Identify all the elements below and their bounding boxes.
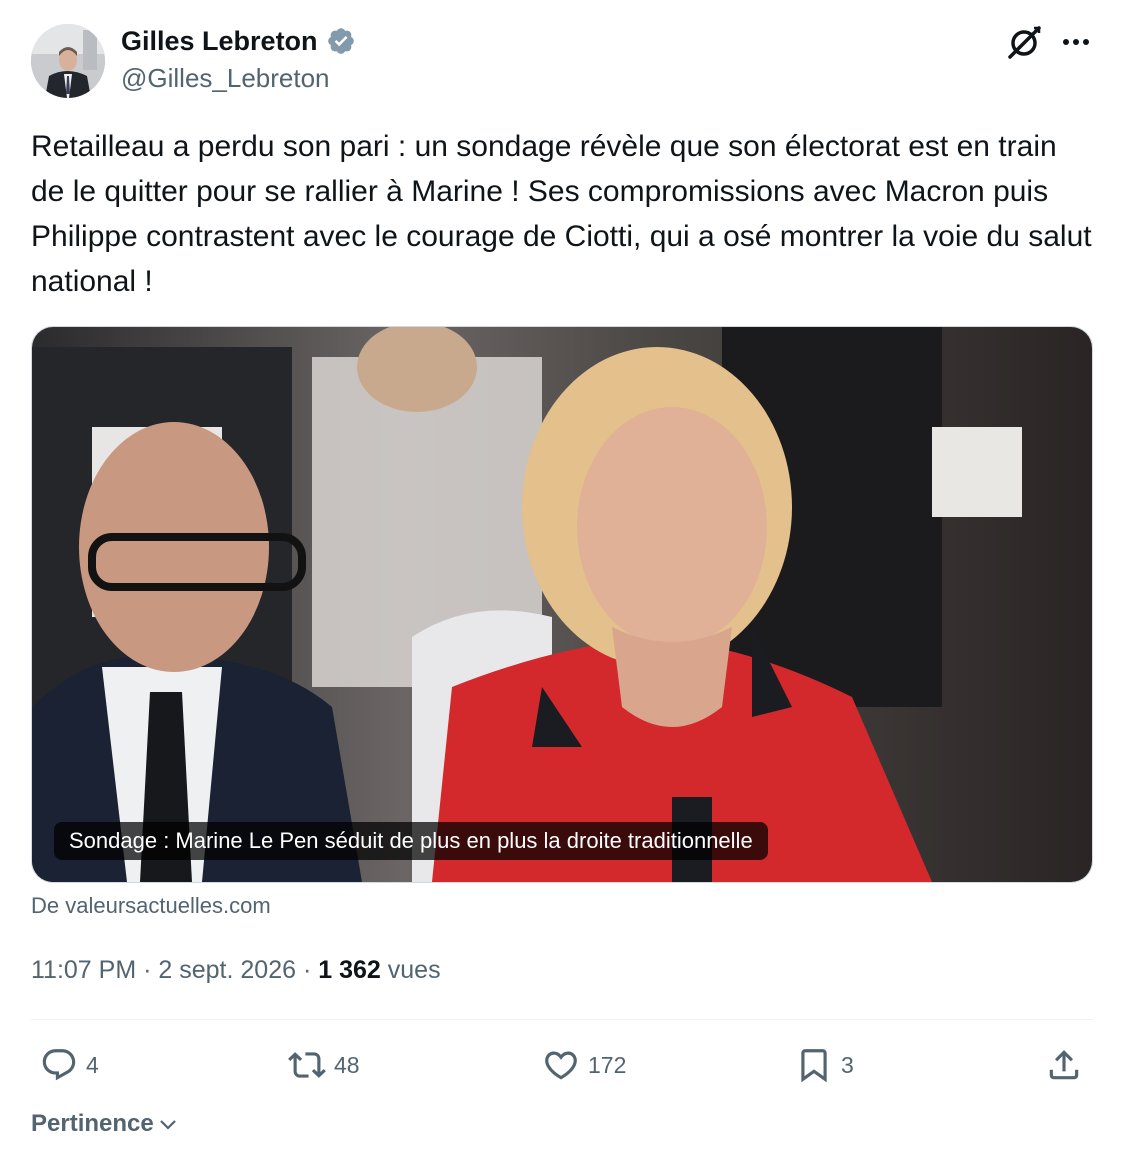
reply-icon [42, 1049, 76, 1081]
tweet-time[interactable]: 11:07 PM [31, 956, 136, 984]
repost-count: 48 [334, 1051, 360, 1078]
views-count: 1 362 [318, 956, 381, 984]
bookmark-icon [801, 1049, 827, 1083]
bookmark-button[interactable]: 3 [795, 1040, 854, 1090]
like-icon [545, 1051, 577, 1080]
tweet-meta: 11:07 PM · 2 sept. 2026 · 1 362 vues [31, 952, 441, 988]
tweet-text: Retailleau a perdu son pari : un sondage… [31, 130, 1092, 298]
card-source[interactable]: De valeursactuelles.com [31, 892, 271, 920]
repost-icon [288, 1052, 326, 1078]
reply-button[interactable]: 4 [40, 1040, 99, 1090]
meta-separator: · [143, 956, 152, 984]
repost-button[interactable]: 48 [288, 1040, 360, 1090]
card-photo [32, 327, 1092, 882]
card-caption: Sondage : Marine Le Pen séduit de plus e… [54, 822, 768, 860]
divider [31, 1019, 1093, 1020]
share-icon [1049, 1050, 1079, 1080]
tweet-date[interactable]: 2 sept. 2026 [158, 956, 296, 984]
verified-badge-icon [326, 26, 356, 56]
chevron-down-icon [159, 1120, 176, 1130]
link-card[interactable] [31, 326, 1093, 883]
sort-label: Pertinence [31, 1110, 154, 1137]
sort-dropdown[interactable]: Pertinence [31, 1106, 180, 1142]
views-label: vues [387, 956, 441, 984]
like-count: 172 [588, 1051, 627, 1078]
bookmark-count: 3 [841, 1051, 854, 1078]
like-button[interactable]: 172 [542, 1040, 626, 1090]
share-button[interactable] [1045, 1040, 1083, 1090]
more-icon[interactable] [1058, 24, 1094, 60]
author-handle[interactable]: @Gilles_Lebreton [121, 61, 330, 95]
author-name-row[interactable]: Gilles Lebreton [121, 23, 356, 59]
avatar[interactable] [31, 24, 105, 98]
meta-separator: · [302, 956, 312, 984]
reply-count: 4 [86, 1051, 99, 1078]
avatar-photo [31, 24, 105, 98]
grok-icon[interactable] [1004, 22, 1044, 62]
author-name[interactable]: Gilles Lebreton [121, 23, 318, 59]
